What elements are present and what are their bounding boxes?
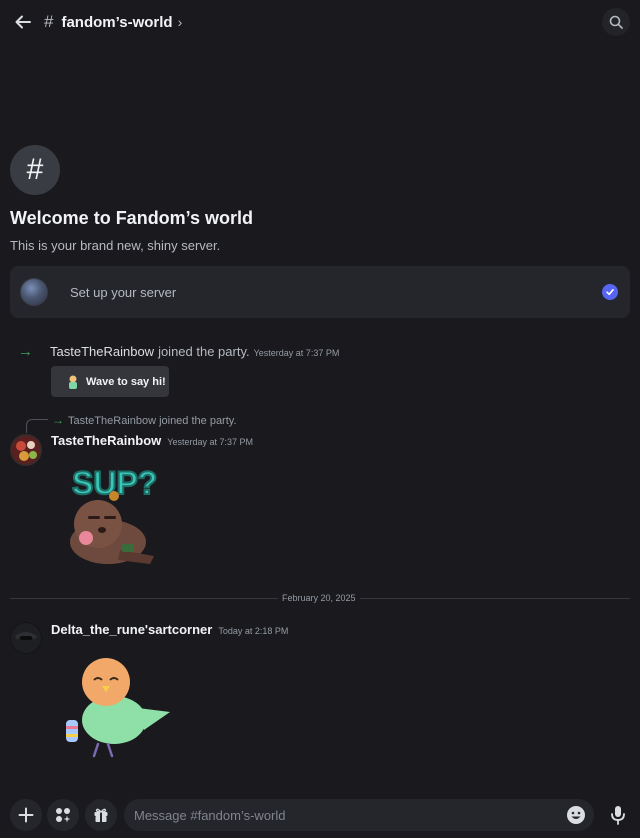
setup-server-card[interactable]: Set up your server: [10, 266, 630, 318]
message-composer: [0, 794, 640, 838]
avatar[interactable]: [10, 622, 42, 654]
add-attachment-button[interactable]: [10, 799, 42, 831]
welcome-title: Welcome to Fandom’s world: [10, 208, 254, 228]
reply-username: TasteTheRainbow: [68, 415, 157, 427]
bird-sticker[interactable]: [58, 652, 174, 767]
reply-text: joined the party.: [159, 415, 237, 427]
message-header: TasteTheRainbow Yesterday at 7:37 PM: [51, 433, 253, 448]
back-button[interactable]: [12, 11, 34, 33]
message-author[interactable]: TasteTheRainbow: [51, 433, 161, 448]
search-icon: [609, 15, 623, 29]
server-avatar: [20, 278, 48, 306]
apps-icon: [56, 808, 71, 823]
gift-button[interactable]: [85, 799, 117, 831]
emoji-icon: [567, 806, 585, 824]
message-timestamp: Yesterday at 7:37 PM: [253, 348, 340, 358]
join-text: joined the party.: [158, 344, 250, 359]
date-divider: February 20, 2025: [278, 593, 360, 603]
check-icon: [602, 284, 618, 300]
join-arrow-icon: →: [18, 343, 33, 360]
join-system-message: → TasteTheRainbow joined the party. Yest…: [18, 343, 618, 360]
microphone-icon: [611, 806, 625, 825]
message-header: Delta_the_rune'sartcorner Today at 2:18 …: [51, 622, 288, 637]
join-arrow-icon: →: [52, 413, 64, 427]
avatar[interactable]: [10, 434, 42, 466]
search-button[interactable]: [602, 8, 630, 36]
wave-sticker-icon: [69, 375, 77, 389]
reply-preview[interactable]: → TasteTheRainbow joined the party.: [52, 413, 237, 427]
message-author[interactable]: Delta_the_rune'sartcorner: [51, 622, 212, 637]
reply-connector: [26, 419, 48, 433]
join-username[interactable]: TasteTheRainbow: [50, 344, 154, 359]
setup-server-label: Set up your server: [70, 284, 177, 300]
chevron-right-icon[interactable]: ›: [178, 14, 183, 30]
message-input[interactable]: [124, 799, 594, 831]
message-timestamp: Today at 2:18 PM: [218, 626, 289, 636]
apps-button[interactable]: [47, 799, 79, 831]
emoji-button[interactable]: [566, 805, 586, 825]
channel-header: # fandom’s-world ›: [0, 0, 640, 44]
channel-name[interactable]: fandom’s-world: [61, 14, 172, 31]
sup-bear-sticker[interactable]: SUP?: [60, 460, 172, 575]
wave-button-label: Wave to say hi!: [86, 375, 166, 388]
channel-hash-badge: #: [10, 145, 60, 195]
channel-hash-icon: #: [44, 12, 54, 31]
plus-icon: [18, 807, 34, 823]
microphone-button[interactable]: [606, 803, 630, 827]
wave-to-say-hi-button[interactable]: Wave to say hi!: [51, 366, 169, 397]
arrow-left-icon: [15, 15, 31, 29]
gift-icon: [94, 808, 108, 822]
message-timestamp: Yesterday at 7:37 PM: [167, 437, 254, 447]
welcome-subtitle: This is your brand new, shiny server.: [10, 238, 221, 253]
